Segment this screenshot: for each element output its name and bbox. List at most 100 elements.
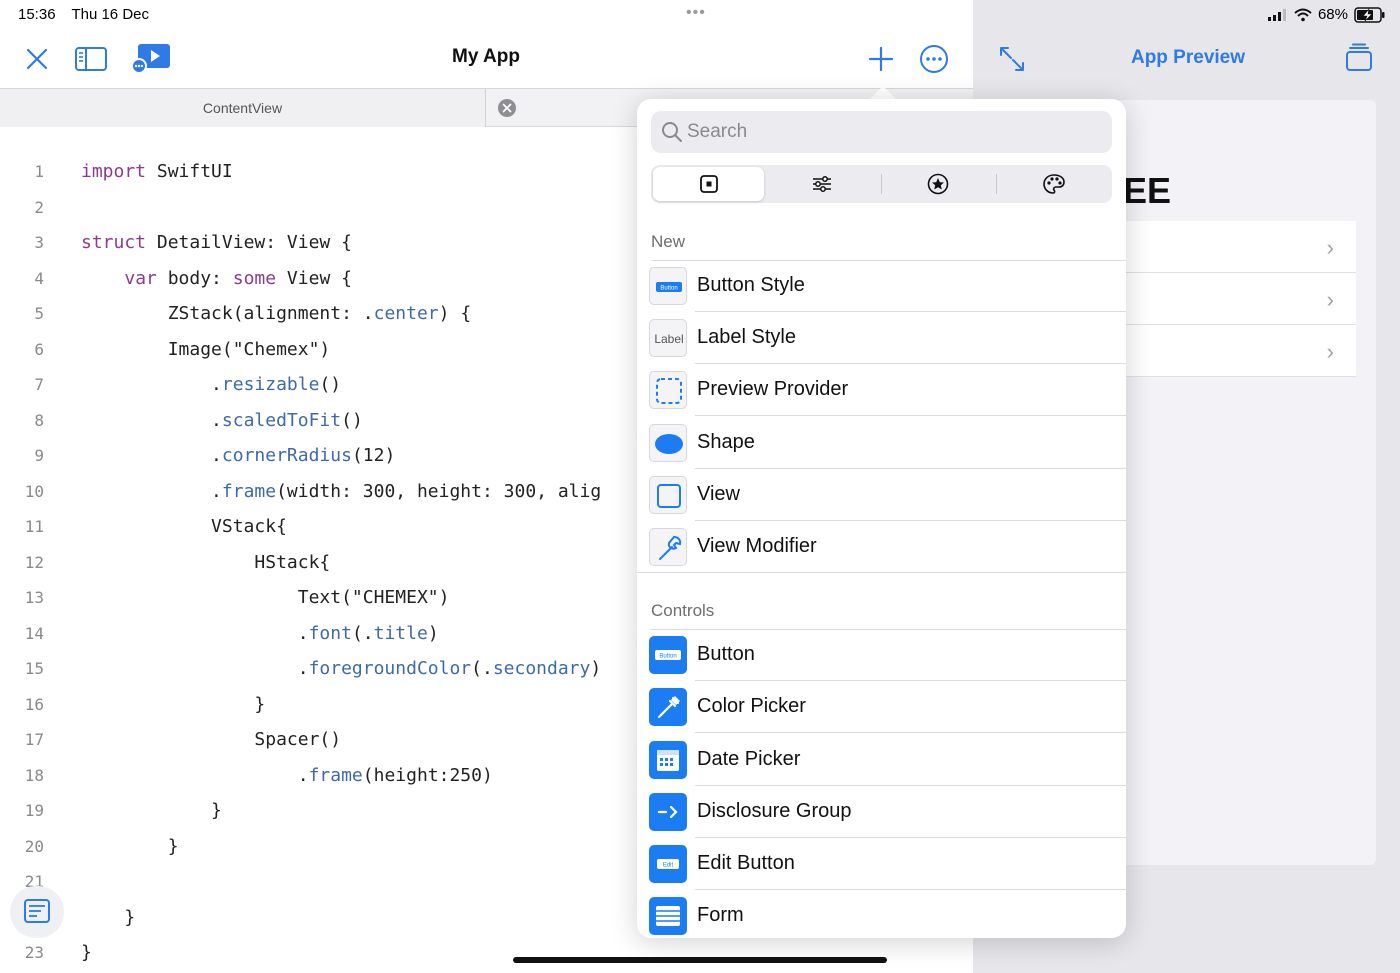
- line-number: 2: [34, 197, 44, 217]
- plus-icon: [868, 46, 894, 72]
- code-text: .frame(width: 300, height: 300, alig: [81, 480, 602, 502]
- library-item-label: View Modifier: [697, 535, 817, 557]
- library-item-form[interactable]: Form: [637, 890, 1126, 938]
- code-text: Spacer(): [81, 729, 342, 750]
- status-bar-right: 68%: [1267, 6, 1386, 23]
- library-item-button-style[interactable]: Button Button Style: [637, 260, 1126, 312]
- library-item-label: Label Style: [697, 326, 796, 349]
- line-number: 3: [34, 233, 44, 252]
- code-text: Image("Chemex"): [81, 338, 331, 360]
- multitasking-dots-icon[interactable]: •••: [686, 4, 706, 22]
- line-number: 15: [24, 659, 44, 678]
- line-number: 4: [34, 268, 44, 288]
- library-item-view[interactable]: View: [637, 469, 1126, 521]
- line-number: 9: [34, 446, 44, 465]
- preview-provider-icon: [649, 371, 687, 410]
- library-item-button[interactable]: Button Button: [637, 629, 1126, 682]
- library-item-label: Edit Button: [697, 852, 795, 874]
- line-number: 20: [24, 836, 44, 856]
- sidebar-icon: [75, 47, 107, 71]
- line-number: 19: [24, 801, 44, 820]
- edit-button-icon: Edit: [649, 845, 687, 883]
- popover-arrow: [869, 86, 897, 100]
- library-category-control: [651, 165, 1112, 203]
- preview-devices-button[interactable]: [1343, 42, 1375, 74]
- code-text: .font(.title): [81, 622, 439, 644]
- close-tab-button[interactable]: [497, 98, 517, 118]
- code-text: import SwiftUI: [81, 161, 233, 182]
- code-text: .resizable(): [81, 374, 342, 395]
- expand-preview-button[interactable]: [997, 44, 1027, 74]
- search-input[interactable]: [687, 111, 1097, 153]
- add-library-button[interactable]: [866, 44, 896, 74]
- button-style-icon: Button: [649, 267, 687, 305]
- view-modifier-icon: [649, 528, 687, 566]
- code-text: .foregroundColor(.secondary): [81, 658, 602, 679]
- tab-snippets[interactable]: [882, 167, 993, 201]
- library-item-label: Button Style: [697, 274, 805, 296]
- library-item-preview-provider[interactable]: Preview Provider: [637, 364, 1126, 417]
- code-text: .frame(height:250): [81, 764, 493, 786]
- code-text: }: [81, 906, 136, 928]
- stacked-windows-icon: [1346, 43, 1372, 71]
- close-button[interactable]: [22, 44, 52, 74]
- library-item-label: Date Picker: [697, 747, 801, 770]
- code-text: }: [81, 942, 92, 963]
- line-number: 6: [34, 339, 44, 359]
- library-item-label: Form: [697, 904, 744, 927]
- library-item-label: Preview Provider: [697, 378, 849, 401]
- document-outline-button[interactable]: [10, 886, 64, 938]
- code-text: }: [81, 693, 266, 715]
- close-icon: [26, 48, 48, 70]
- line-number: 14: [24, 623, 44, 643]
- svg-text:Edit: Edit: [663, 863, 674, 869]
- wifi-icon: [1294, 8, 1312, 21]
- library-item-label: Button: [697, 643, 755, 666]
- close-circle-icon: [498, 99, 516, 117]
- ellipsis-circle-icon: [920, 45, 948, 73]
- library-item-label-style[interactable]: Label Label Style: [637, 312, 1126, 365]
- code-text: }: [81, 835, 179, 857]
- disclosure-group-icon: [649, 792, 687, 831]
- run-app-button[interactable]: [130, 42, 174, 74]
- svg-text:Label: Label: [654, 332, 683, 346]
- preview-heading: EE: [1123, 170, 1172, 211]
- date-picker-icon: [649, 740, 687, 779]
- status-date: Thu 16 Dec: [71, 6, 149, 23]
- tab-colors[interactable]: [998, 167, 1109, 201]
- more-options-button[interactable]: [918, 43, 950, 75]
- sidebar-toggle-button[interactable]: [74, 44, 108, 74]
- button-icon: Button: [649, 636, 687, 675]
- line-number: 16: [24, 694, 44, 714]
- line-number: 7: [34, 375, 44, 394]
- home-indicator[interactable]: [513, 957, 887, 963]
- tab-modifiers[interactable]: [766, 167, 877, 201]
- library-item-view-modifier[interactable]: View Modifier: [637, 521, 1126, 573]
- library-item-label: Disclosure Group: [697, 799, 852, 822]
- library-item-date-picker[interactable]: Date Picker: [637, 734, 1126, 786]
- library-item-disclosure-group[interactable]: Disclosure Group: [637, 786, 1126, 838]
- line-number: 8: [34, 410, 44, 430]
- line-number: 5: [34, 304, 44, 323]
- library-item-edit-button[interactable]: Edit Edit Button: [637, 838, 1126, 890]
- status-time: 15:36: [18, 6, 56, 23]
- library-item-label: Color Picker: [697, 695, 806, 718]
- battery-charging-icon: [1354, 6, 1385, 23]
- label-style-icon: Label: [649, 319, 687, 358]
- tab-views[interactable]: [653, 167, 764, 201]
- chevron-right-icon: ›: [1326, 339, 1334, 364]
- code-text: .scaledToFit(): [81, 409, 363, 431]
- line-number: 23: [24, 943, 44, 962]
- form-icon: [649, 897, 687, 936]
- section-header: Controls: [651, 601, 715, 621]
- segment-divider: [996, 174, 997, 194]
- code-text: var body: some View {: [124, 267, 352, 289]
- library-item-color-picker[interactable]: Color Picker: [637, 681, 1126, 734]
- code-text: .cornerRadius(12): [81, 445, 396, 466]
- tab-contentview[interactable]: ContentView: [0, 89, 486, 127]
- library-item-label: Shape: [697, 430, 755, 453]
- library-item-shape[interactable]: Shape: [637, 417, 1126, 469]
- code-text: ZStack(alignment: .center) {: [81, 303, 472, 324]
- palette-icon: [1042, 174, 1065, 194]
- code-text: Text("CHEMEX"): [81, 587, 450, 608]
